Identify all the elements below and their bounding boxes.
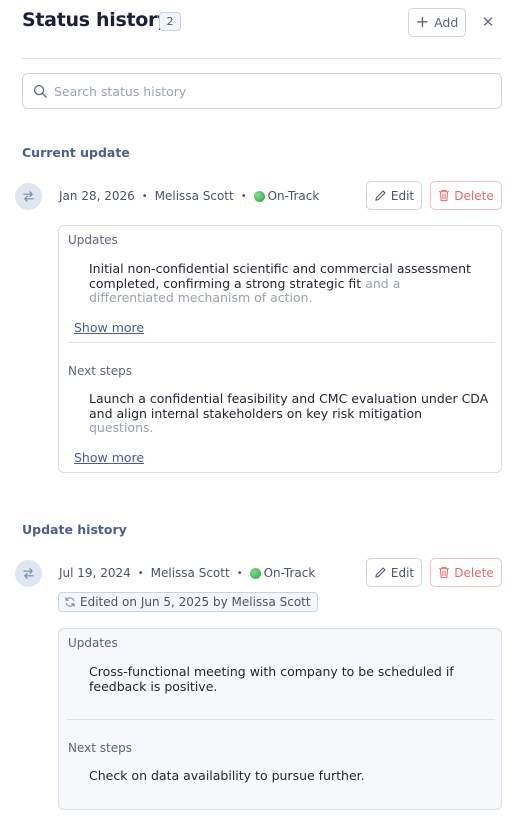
- search-box: [22, 73, 502, 109]
- card-divider: [67, 342, 495, 343]
- search-icon: [33, 84, 47, 98]
- entry-author: Melissa Scott: [150, 566, 230, 580]
- edited-badge: Edited on Jun 5, 2025 by Melissa Scott: [58, 592, 318, 612]
- next-steps-label: Next steps: [68, 364, 132, 378]
- current-update-entry: Jan 28, 2026 • Melissa Scott • On-Track …: [15, 181, 502, 476]
- update-card: Updates Cross-functional meeting with co…: [58, 628, 502, 810]
- trash-icon: [439, 189, 450, 202]
- updates-text: Initial non-confidential scientific and …: [89, 261, 489, 306]
- status-dot-icon: [249, 567, 261, 579]
- delete-button-label: Delete: [454, 565, 494, 580]
- updates-show-more-link[interactable]: Show more: [74, 320, 144, 335]
- update-history-heading: Update history: [22, 522, 127, 537]
- card-divider: [67, 719, 495, 720]
- entry-header: Jan 28, 2026 • Melissa Scott • On-Track …: [15, 181, 502, 211]
- close-icon[interactable]: ✕: [478, 12, 498, 32]
- count-badge: 2: [159, 12, 181, 31]
- entry-meta: Jan 28, 2026 • Melissa Scott • On-Track: [59, 189, 319, 203]
- trash-icon: [439, 566, 450, 579]
- updates-label: Updates: [68, 636, 118, 650]
- edit-button[interactable]: Edit: [366, 558, 422, 587]
- delete-button[interactable]: Delete: [430, 181, 502, 210]
- next-steps-show-more-link[interactable]: Show more: [74, 450, 144, 465]
- next-steps-text: Launch a confidential feasibility and CM…: [89, 391, 489, 436]
- next-steps-text-visible: Launch a confidential feasibility and CM…: [89, 391, 489, 421]
- panel-title: Status history: [22, 9, 170, 31]
- separator-dot: •: [137, 567, 144, 579]
- search-input[interactable]: [54, 74, 494, 108]
- swap-arrows-icon: [15, 560, 42, 587]
- history-entry: Jul 19, 2024 • Melissa Scott • On-Track …: [15, 558, 502, 813]
- add-button-label: Add: [434, 15, 459, 30]
- separator-dot: •: [236, 567, 243, 579]
- status-dot-icon: [253, 190, 265, 202]
- entry-date: Jan 28, 2026: [59, 189, 135, 203]
- updates-text: Cross-functional meeting with company to…: [89, 664, 454, 694]
- separator-dot: •: [240, 190, 247, 202]
- update-card: Updates Initial non-confidential scienti…: [58, 225, 502, 473]
- entry-status: On-Track: [263, 566, 316, 580]
- add-button[interactable]: + Add: [408, 8, 466, 37]
- panel-header: Status history 2 + Add ✕: [22, 8, 502, 38]
- entry-date: Jul 19, 2024: [59, 566, 131, 580]
- entry-author: Melissa Scott: [154, 189, 234, 203]
- swap-arrows-icon: [15, 183, 42, 210]
- entry-status: On-Track: [267, 189, 320, 203]
- delete-button-label: Delete: [454, 188, 494, 203]
- next-steps-label: Next steps: [68, 741, 132, 755]
- updates-label: Updates: [68, 233, 118, 247]
- refresh-icon: [65, 597, 75, 607]
- edit-button[interactable]: Edit: [366, 181, 422, 210]
- entry-header: Jul 19, 2024 • Melissa Scott • On-Track …: [15, 558, 502, 588]
- pencil-icon: [375, 567, 386, 578]
- updates-text-visible: Initial non-confidential scientific and …: [89, 261, 471, 291]
- edited-note: Edited on Jun 5, 2025 by Melissa Scott: [80, 595, 311, 609]
- pencil-icon: [375, 190, 386, 201]
- entry-meta: Jul 19, 2024 • Melissa Scott • On-Track: [59, 566, 315, 580]
- current-update-heading: Current update: [22, 145, 130, 160]
- delete-button[interactable]: Delete: [430, 558, 502, 587]
- plus-icon: +: [415, 12, 430, 31]
- separator-dot: •: [141, 190, 148, 202]
- edit-button-label: Edit: [390, 188, 415, 203]
- edit-button-label: Edit: [390, 565, 415, 580]
- header-divider: [22, 58, 502, 59]
- next-steps-text: Check on data availability to pursue fur…: [89, 768, 365, 783]
- next-steps-text-faded: questions.: [89, 420, 154, 435]
